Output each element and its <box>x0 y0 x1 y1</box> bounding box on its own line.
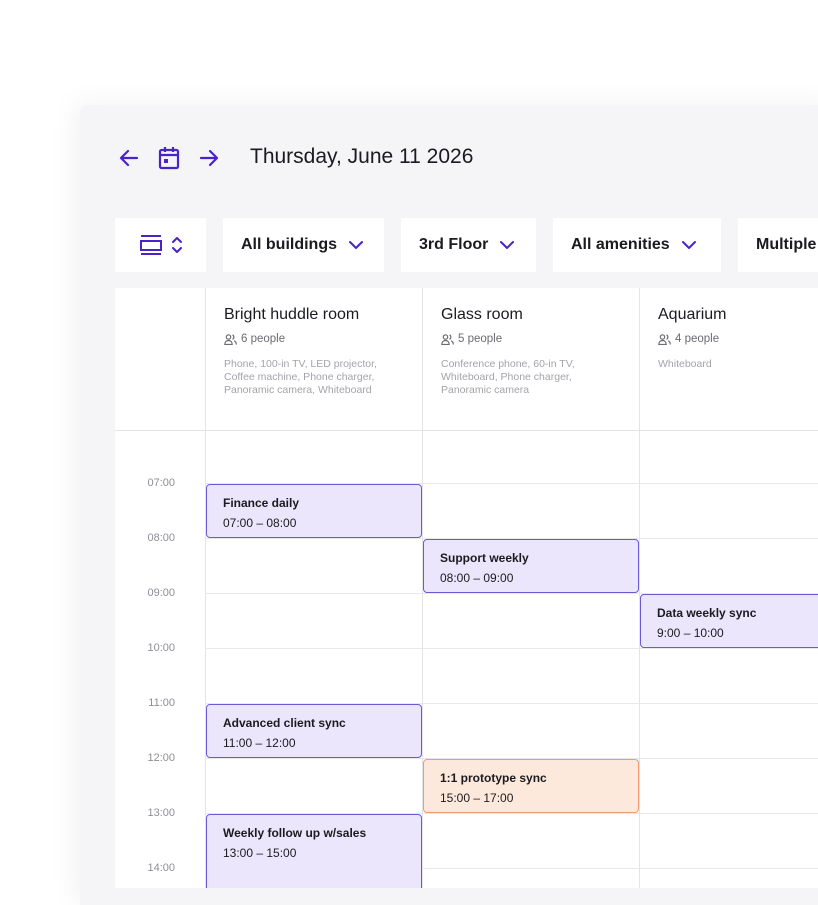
people-icon <box>658 333 671 345</box>
column-divider <box>422 430 423 888</box>
next-day-button[interactable] <box>195 144 223 172</box>
time-label: 08:00 <box>147 532 175 544</box>
room-header-aquarium[interactable]: Aquarium 4 people Whiteboard <box>639 288 818 430</box>
event-time: 15:00 – 17:00 <box>440 791 514 805</box>
event-title: Weekly follow up w/sales <box>223 826 367 840</box>
event-card[interactable]: Data weekly sync 9:00 – 10:00 <box>640 594 818 648</box>
chevron-down-icon <box>500 241 515 249</box>
arrow-left-icon <box>119 149 139 167</box>
building-filter-label: All buildings <box>241 236 337 253</box>
arrow-right-icon <box>199 149 219 167</box>
time-label: 10:00 <box>147 642 175 654</box>
room-name: Glass room <box>441 306 523 323</box>
event-card[interactable]: Weekly follow up w/sales 13:00 – 15:00 <box>206 814 422 888</box>
event-time: 9:00 – 10:00 <box>657 626 724 640</box>
event-title: 1:1 prototype sync <box>440 771 547 785</box>
room-capacity: 4 people <box>658 333 817 345</box>
event-time: 08:00 – 09:00 <box>440 571 514 585</box>
event-time: 07:00 – 08:00 <box>223 516 297 530</box>
amenities-filter-label: All amenities <box>571 236 670 253</box>
time-label: 13:00 <box>147 807 175 819</box>
room-amenities: Conference phone, 60-in TV, Whiteboard, … <box>441 358 575 396</box>
event-title: Advanced client sync <box>223 716 346 730</box>
room-amenities: Whiteboard <box>658 358 712 370</box>
time-label: 12:00 <box>147 752 175 764</box>
capacity-filter-dropdown[interactable]: Multiple <box>738 218 818 272</box>
chevron-down-icon <box>349 241 363 249</box>
event-title: Finance daily <box>223 496 300 510</box>
room-name: Bright huddle room <box>224 306 360 323</box>
event-title: Data weekly sync <box>657 606 757 620</box>
building-filter-dropdown[interactable]: All buildings <box>223 218 384 272</box>
people-icon <box>441 333 454 345</box>
event-card[interactable]: Finance daily 07:00 – 08:00 <box>206 484 422 538</box>
floor-filter-label: 3rd Floor <box>419 236 489 253</box>
room-capacity: 5 people <box>441 333 621 345</box>
view-toggle-button[interactable] <box>115 218 206 272</box>
floor-filter-dropdown[interactable]: 3rd Floor <box>401 218 536 272</box>
people-icon <box>224 333 237 345</box>
capacity-filter-label: Multiple <box>756 236 817 253</box>
header-divider <box>115 430 818 431</box>
column-divider <box>639 430 640 888</box>
view-layout-icon <box>139 235 162 255</box>
date-navigation <box>115 140 223 176</box>
chevron-down-icon <box>681 241 696 249</box>
calendar-icon <box>158 147 180 170</box>
room-header-glass-room[interactable]: Glass room 5 people Conference phone, 60… <box>422 288 639 430</box>
previous-day-button[interactable] <box>115 144 143 172</box>
amenities-filter-dropdown[interactable]: All amenities <box>553 218 721 272</box>
room-capacity: 6 people <box>224 333 404 345</box>
time-label: 11:00 <box>148 697 175 709</box>
calendar-picker-button[interactable] <box>155 144 183 172</box>
event-card[interactable]: Support weekly 08:00 – 09:00 <box>423 539 639 593</box>
time-label: 07:00 <box>147 477 175 489</box>
expand-collapse-icon <box>171 237 182 253</box>
hour-gridline <box>205 648 818 649</box>
event-title: Support weekly <box>440 551 529 565</box>
event-time: 11:00 – 12:00 <box>223 736 296 750</box>
event-time: 13:00 – 15:00 <box>223 846 297 860</box>
room-schedule-grid: Bright huddle room 6 people Phone, 100-i… <box>115 288 818 888</box>
room-name: Aquarium <box>658 306 727 323</box>
date-title: Thursday, June 11 2026 <box>250 145 474 168</box>
filter-bar: All buildings 3rd Floor All amenities Mu… <box>115 218 818 272</box>
room-header-bright-huddle[interactable]: Bright huddle room 6 people Phone, 100-i… <box>205 288 422 430</box>
event-card[interactable]: Advanced client sync 11:00 – 12:00 <box>206 704 422 758</box>
room-amenities: Phone, 100-in TV, LED projector, Coffee … <box>224 358 377 396</box>
time-label: 14:00 <box>147 862 175 874</box>
event-card[interactable]: 1:1 prototype sync 15:00 – 17:00 <box>423 759 639 813</box>
time-label: 09:00 <box>147 587 175 599</box>
